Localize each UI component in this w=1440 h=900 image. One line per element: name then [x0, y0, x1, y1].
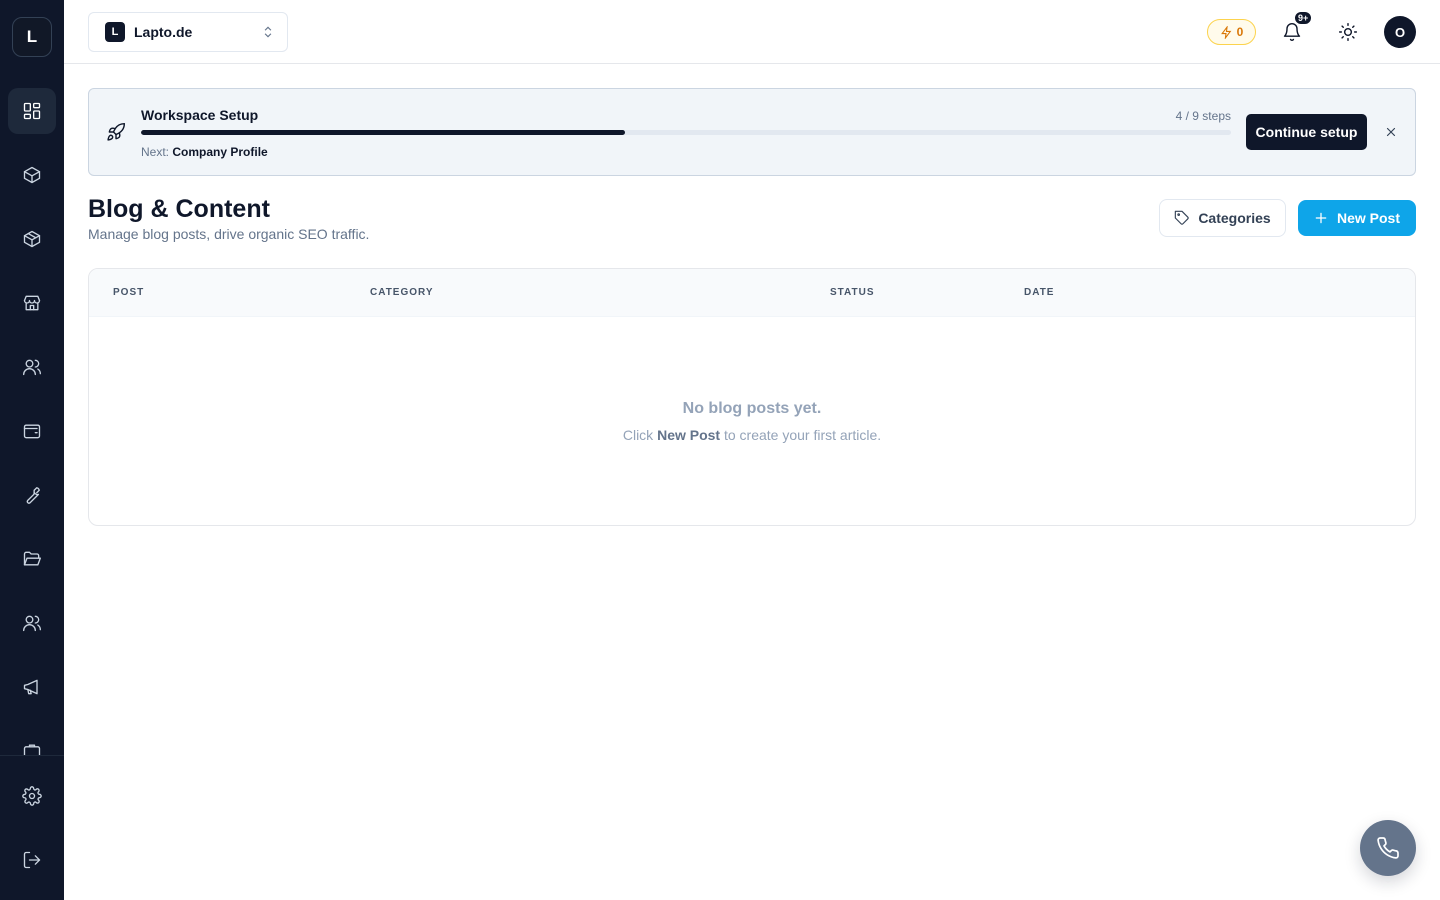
sidebar-divider	[0, 755, 64, 756]
tag-icon	[1175, 210, 1189, 225]
column-header-status[interactable]: STATUS	[830, 287, 875, 298]
call-support-button[interactable]	[1360, 820, 1416, 876]
categories-button[interactable]: Categories	[1159, 199, 1286, 237]
sidebar: L	[0, 0, 64, 900]
wrench-icon	[26, 487, 40, 504]
topbar: L Lapto.de 0 9+ O	[64, 0, 1440, 64]
briefcase-icon	[23, 744, 41, 755]
sidebar-item-team[interactable]	[8, 600, 56, 646]
workspace-setup-banner: Workspace Setup 4 / 9 steps Next: Compan…	[88, 88, 1416, 176]
chevron-up-down-icon	[264, 26, 272, 38]
logout-icon	[23, 851, 41, 869]
empty-state-title: No blog posts yet.	[682, 400, 822, 417]
column-header-category[interactable]: CATEGORY	[370, 287, 434, 298]
setup-steps-count: 4 / 9 steps	[1175, 109, 1231, 123]
sidebar-item-files[interactable]	[8, 536, 56, 582]
continue-setup-button[interactable]: Continue setup	[1246, 114, 1367, 150]
team-icon	[23, 615, 41, 632]
new-post-label: New Post	[1336, 210, 1400, 226]
dismiss-setup-button[interactable]	[1381, 122, 1401, 142]
setup-progress-fill	[141, 130, 625, 135]
sidebar-item-more[interactable]	[8, 728, 56, 755]
phone-icon	[1377, 837, 1399, 859]
posts-table: POST CATEGORY STATUS DATE No blog posts …	[88, 268, 1416, 526]
setup-title: Workspace Setup	[141, 107, 259, 123]
store-icon	[23, 295, 41, 311]
rocket-icon	[107, 122, 126, 141]
empty-state-bold: New Post	[657, 427, 721, 443]
column-header-post[interactable]: POST	[113, 287, 144, 298]
theme-toggle[interactable]	[1332, 16, 1364, 48]
table-header: POST CATEGORY STATUS DATE	[89, 269, 1415, 317]
plus-icon	[1315, 212, 1327, 224]
grid-icon	[23, 102, 41, 120]
empty-state-post: to create your first article.	[723, 427, 882, 443]
page-subtitle: Manage blog posts, drive organic SEO tra…	[88, 226, 370, 242]
categories-label: Categories	[1198, 210, 1271, 226]
empty-state-message: Click New Post to create your first arti…	[89, 427, 1415, 443]
users-icon	[23, 359, 41, 376]
column-header-date[interactable]: DATE	[1024, 287, 1054, 298]
sidebar-item-wallet[interactable]	[8, 408, 56, 454]
sidebar-item-settings[interactable]	[8, 773, 56, 819]
close-icon	[1386, 127, 1396, 137]
sidebar-item-logout[interactable]	[8, 837, 56, 883]
new-post-button[interactable]: New Post	[1298, 200, 1416, 236]
gear-icon	[22, 786, 42, 806]
folder-icon	[23, 551, 41, 566]
setup-next-label: Next:	[141, 145, 170, 159]
sidebar-item-dashboard[interactable]	[8, 88, 56, 134]
setup-next-value: Company Profile	[172, 145, 268, 159]
app-logo[interactable]: L	[12, 17, 52, 57]
workspace-badge: L	[105, 22, 125, 42]
workspace-selector[interactable]: L Lapto.de	[88, 12, 288, 52]
megaphone-icon	[23, 679, 38, 695]
sidebar-item-products[interactable]	[8, 152, 56, 198]
avatar[interactable]: O	[1384, 16, 1416, 48]
package-icon	[23, 230, 41, 248]
empty-state-pre: Click	[622, 427, 654, 443]
credits-count: 0	[1236, 25, 1244, 39]
sidebar-item-tools[interactable]	[8, 472, 56, 518]
box-icon	[23, 166, 41, 184]
sidebar-item-store[interactable]	[8, 280, 56, 326]
setup-next-step: Next: Company Profile	[141, 145, 268, 159]
setup-progress-bar	[141, 130, 1231, 135]
sidebar-item-marketing[interactable]	[8, 664, 56, 710]
sun-icon	[1338, 22, 1358, 42]
lightning-icon	[1220, 25, 1232, 39]
notifications-button[interactable]: 9+	[1276, 10, 1314, 48]
credits-badge[interactable]: 0	[1207, 19, 1256, 45]
workspace-name: Lapto.de	[134, 24, 193, 40]
notifications-count: 9+	[1293, 10, 1314, 26]
wallet-icon	[23, 424, 41, 439]
page-title: Blog & Content	[88, 195, 270, 223]
sidebar-item-inventory[interactable]	[8, 216, 56, 262]
sidebar-nav	[0, 80, 64, 755]
sidebar-item-customers[interactable]	[8, 344, 56, 390]
